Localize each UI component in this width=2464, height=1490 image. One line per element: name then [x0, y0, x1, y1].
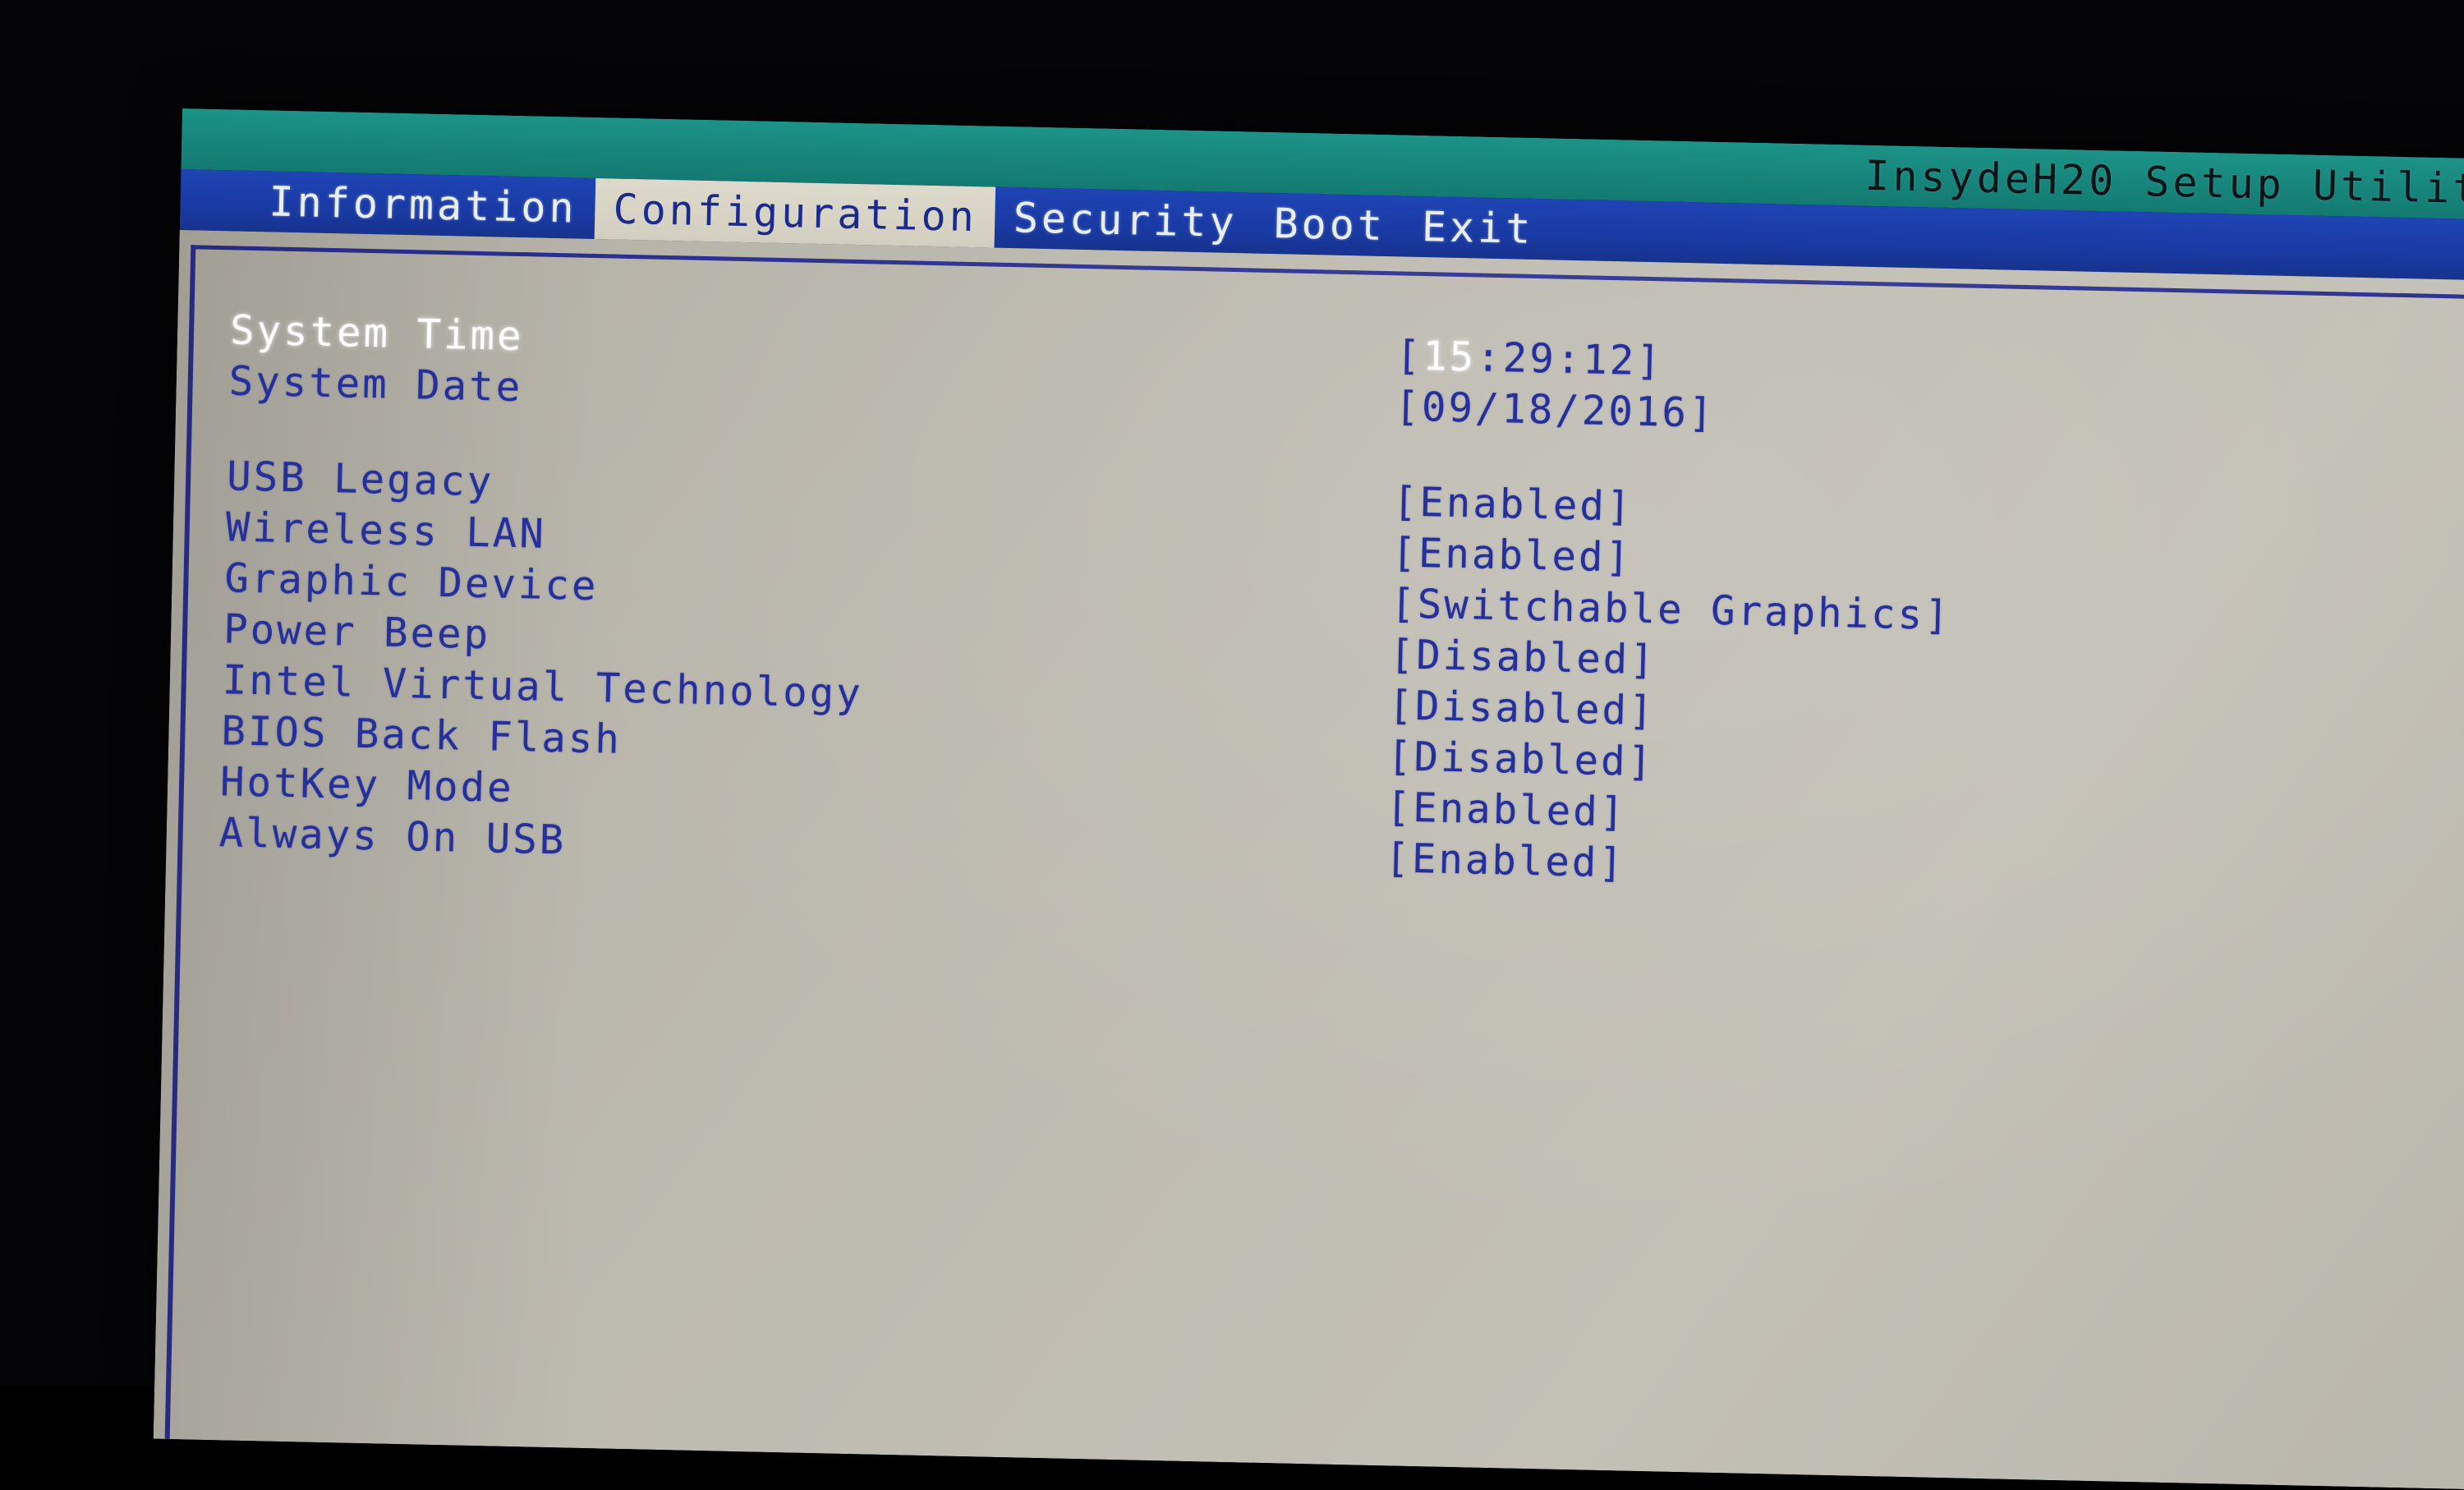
- settings-list: System Time [15:29:12] System Date [09/18/2…: [177, 245, 2464, 910]
- value-field-rest: :29:12]: [1475, 333, 1664, 385]
- content-panel: System Time [15:29:12] System Date [09/18/2…: [153, 229, 2464, 1490]
- setting-value[interactable]: [Enabled]: [1385, 835, 1626, 886]
- value-bracket-open: [: [1395, 332, 1423, 380]
- tab-information[interactable]: Information: [251, 171, 596, 239]
- setting-value[interactable]: [Enabled]: [1391, 529, 1633, 581]
- tab-configuration[interactable]: Configuration: [594, 178, 996, 248]
- setting-value[interactable]: [Enabled]: [1392, 478, 1634, 530]
- setting-value[interactable]: [Disabled]: [1387, 733, 1655, 785]
- value-field-highlighted[interactable]: 15: [1423, 333, 1477, 380]
- setting-value[interactable]: [Disabled]: [1389, 631, 1657, 683]
- bios-screen: InsydeH20 Setup Utility Information Confi…: [153, 108, 2464, 1490]
- setting-value[interactable]: [Disabled]: [1388, 682, 1656, 734]
- tab-boot[interactable]: Boot: [1255, 193, 1404, 257]
- tab-exit[interactable]: Exit: [1403, 195, 1552, 260]
- setting-value[interactable]: [09/18/2016]: [1395, 383, 1716, 436]
- setting-value[interactable]: [15:29:12]: [1395, 332, 1663, 384]
- setting-value[interactable]: [Enabled]: [1386, 784, 1627, 835]
- app-title: InsydeH20 Setup Utility: [1864, 151, 2464, 214]
- tab-security[interactable]: Security: [995, 187, 1256, 254]
